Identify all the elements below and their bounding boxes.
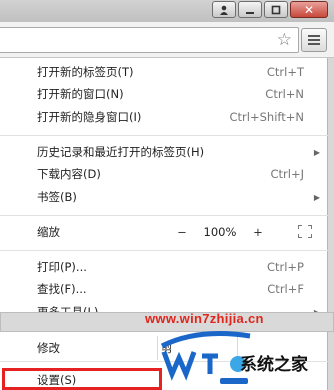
menu-separator <box>0 250 328 251</box>
menu-item-label: 历史记录和最近打开的标签页(H) <box>37 145 205 159</box>
hamburger-menu-icon[interactable] <box>301 28 327 52</box>
window-controls: ✕ <box>212 1 328 18</box>
zoom-level: 100% <box>203 225 237 239</box>
menu-item-shortcut: Ctrl+F <box>267 282 304 296</box>
user-icon[interactable] <box>212 1 236 18</box>
menu-item-print[interactable]: 打印(P)... Ctrl+P <box>0 256 328 278</box>
menu-zoom-row: 缩放 − 100% + <box>0 221 328 243</box>
zoom-controls: − 100% + <box>175 225 265 239</box>
menu-item-new-window[interactable]: 打开新的窗口(N) Ctrl+N <box>0 83 328 105</box>
zoom-in-button[interactable]: + <box>251 225 265 239</box>
menu-item-label: 下载内容(D) <box>37 167 101 181</box>
bookmark-star-icon[interactable]: ☆ <box>277 31 292 49</box>
menu-item-shortcut: Ctrl+N <box>265 87 304 101</box>
menu-item-shortcut: Ctrl+Shift+N <box>229 110 304 124</box>
menu-item-label: 书签(B) <box>37 190 77 204</box>
browser-toolbar: ☆ <box>0 22 334 58</box>
minimize-icon[interactable] <box>238 1 262 18</box>
submenu-arrow-icon: ▶ <box>313 192 320 202</box>
menu-item-label: 打印(P)... <box>37 260 87 274</box>
submenu-arrow-icon: ▶ <box>313 147 320 157</box>
menu-item-downloads[interactable]: 下载内容(D) Ctrl+J <box>0 163 328 185</box>
restore-icon[interactable] <box>264 1 288 18</box>
close-icon: ✕ <box>303 2 315 17</box>
settings-highlight-box <box>2 368 162 390</box>
menu-item-label: 打开新的窗口(N) <box>37 87 124 101</box>
title-bar: ✕ <box>0 0 334 22</box>
menu-item-new-tab[interactable]: 打开新的标签页(T) Ctrl+T <box>0 61 328 83</box>
menu-item-shortcut: Ctrl+P <box>266 260 304 274</box>
zoom-out-button[interactable]: − <box>175 225 189 239</box>
menu-separator <box>0 215 328 216</box>
close-button[interactable]: ✕ <box>290 1 328 18</box>
menu-separator <box>0 135 328 136</box>
menu-item-shortcut: Ctrl+T <box>266 65 304 79</box>
watermark-url: www.win7zhijia.cn <box>145 311 264 326</box>
menu-item-find[interactable]: 查找(F)... Ctrl+F <box>0 278 328 300</box>
menu-item-label: 打开新的标签页(T) <box>37 65 134 79</box>
menu-item-incognito[interactable]: 打开新的隐身窗口(I) Ctrl+Shift+N <box>0 106 328 128</box>
menu-item-bookmarks[interactable]: 书签(B) ▶ <box>0 186 328 208</box>
menu-item-shortcut: Ctrl+J <box>270 167 305 181</box>
menu-item-history[interactable]: 历史记录和最近打开的标签页(H) ▶ <box>0 141 328 163</box>
fullscreen-icon[interactable] <box>298 225 312 238</box>
menu-item-label: 打开新的隐身窗口(I) <box>37 110 142 124</box>
edit-label: 修改 <box>37 341 60 355</box>
address-bar[interactable]: ☆ <box>0 27 299 53</box>
watermark-brand: 系统之家 <box>240 355 308 374</box>
menu-item-label: 查找(F)... <box>37 282 87 296</box>
zoom-label: 缩放 <box>37 225 60 239</box>
